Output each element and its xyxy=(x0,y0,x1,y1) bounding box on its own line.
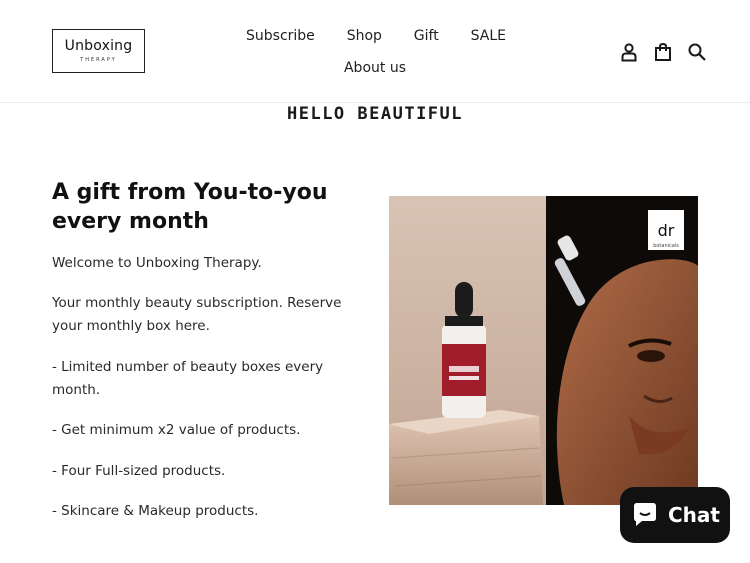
nav-sale[interactable]: SALE xyxy=(471,28,506,44)
logo-text: Unboxing xyxy=(64,38,133,54)
brand-logo-subtext: botanicals xyxy=(653,243,679,249)
brand-logo-text: dr xyxy=(658,221,675,240)
content-heading: A gift from You-to-you every month xyxy=(52,180,328,234)
page-title: HELLO BEAUTIFUL xyxy=(286,104,464,124)
site-header: Unboxing THERAPY Subscribe Shop Gift SAL… xyxy=(0,0,750,103)
chat-label: Chat xyxy=(668,503,720,527)
product-image: dr botanicals xyxy=(389,196,698,505)
paragraph-subscription: Your monthly beauty subscription. Reserv… xyxy=(52,295,342,334)
header-icons xyxy=(619,42,707,62)
paragraph-welcome: Welcome to Unboxing Therapy. xyxy=(52,255,262,271)
chat-bubble-icon xyxy=(634,503,656,526)
product-illustration: dr botanicals xyxy=(389,196,698,505)
paragraph-skincare: - Skincare & Makeup products. xyxy=(52,503,259,519)
chat-button[interactable]: Chat xyxy=(620,487,730,543)
nav-shop[interactable]: Shop xyxy=(347,28,382,44)
search-icon[interactable] xyxy=(687,42,707,62)
account-icon[interactable] xyxy=(619,42,639,62)
nav-subscribe[interactable]: Subscribe xyxy=(246,28,315,44)
paragraph-limited: - Limited number of beauty boxes every m… xyxy=(52,359,324,398)
cart-icon[interactable] xyxy=(653,42,673,62)
paragraph-full-sized: - Four Full-sized products. xyxy=(52,463,226,479)
nav-gift[interactable]: Gift xyxy=(414,28,439,44)
main-nav: Subscribe Shop Gift SALE xyxy=(246,28,506,44)
paragraph-value: - Get minimum x2 value of products. xyxy=(52,422,301,438)
content-heading-wrap: A gift from You-to-you every month xyxy=(52,178,362,236)
nav-about-us[interactable]: About us xyxy=(344,60,406,76)
